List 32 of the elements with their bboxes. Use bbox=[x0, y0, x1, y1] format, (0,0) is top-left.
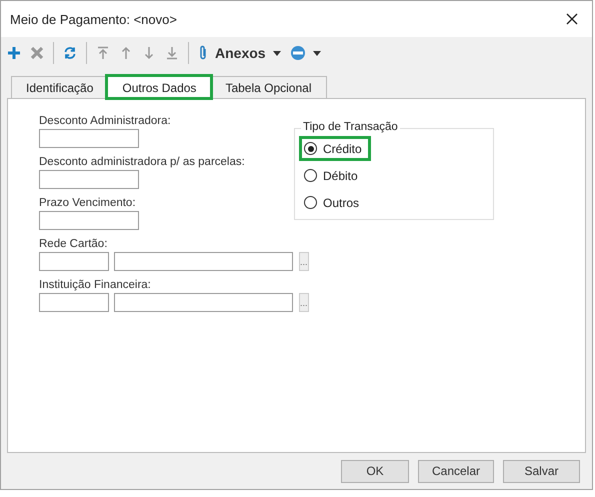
field-label: Desconto administradora p/ as parcelas: bbox=[39, 156, 246, 168]
input-field[interactable] bbox=[39, 170, 139, 189]
plus-icon[interactable] bbox=[7, 46, 21, 60]
code-field[interactable] bbox=[39, 252, 109, 271]
refresh-icon[interactable] bbox=[63, 46, 77, 60]
radio-option[interactable]: Crédito bbox=[302, 139, 368, 158]
field-label: Desconto Administradora: bbox=[39, 115, 172, 127]
attachments-button[interactable]: Anexos bbox=[198, 45, 266, 61]
field-label: Prazo Vencimento: bbox=[39, 197, 137, 209]
lookup-button[interactable]: ... bbox=[299, 252, 309, 271]
tab[interactable]: Tabela Opcional bbox=[210, 76, 326, 98]
dialog-button[interactable]: Cancelar bbox=[418, 460, 494, 482]
field-label: Rede Cartão: bbox=[39, 238, 108, 250]
window-title: Meio de Pagamento: <novo> bbox=[10, 12, 177, 26]
dialog-button[interactable]: Salvar bbox=[503, 460, 580, 482]
lookup-button[interactable]: ... bbox=[299, 293, 309, 312]
paperclip-icon bbox=[198, 45, 208, 61]
description-field[interactable] bbox=[114, 252, 293, 271]
group-title: Tipo de Transação bbox=[301, 121, 400, 133]
dialog-button[interactable]: OK bbox=[341, 460, 409, 482]
radio-option[interactable]: Outros bbox=[302, 193, 366, 212]
field-label: Instituição Financeira: bbox=[39, 279, 152, 291]
description-field[interactable] bbox=[114, 293, 293, 312]
input-field[interactable] bbox=[39, 211, 139, 230]
close-icon[interactable] bbox=[566, 13, 578, 25]
tab[interactable]: Outros Dados bbox=[107, 76, 212, 98]
caret-icon[interactable] bbox=[272, 50, 281, 56]
input-field[interactable] bbox=[39, 129, 139, 148]
code-field[interactable] bbox=[39, 293, 109, 312]
caret-icon[interactable] bbox=[312, 50, 321, 56]
radio-option[interactable]: Débito bbox=[302, 166, 364, 185]
circle-minus-icon[interactable] bbox=[290, 45, 306, 61]
